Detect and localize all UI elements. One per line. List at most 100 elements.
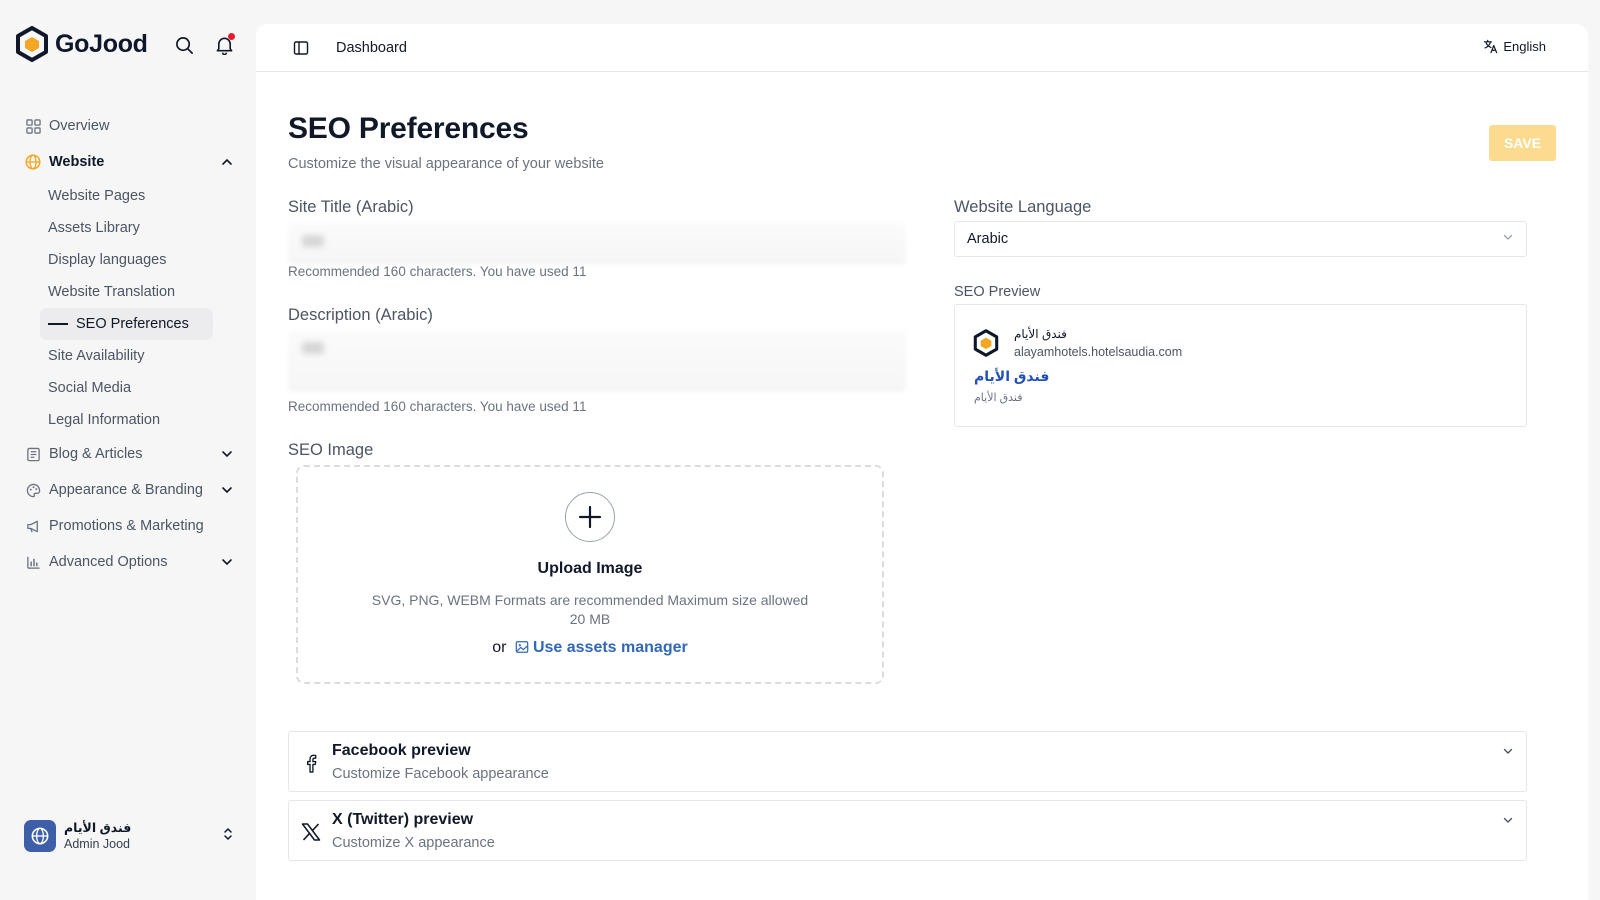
upload-or-row: or Use assets manager — [298, 639, 882, 657]
save-button[interactable]: SAVE — [1489, 125, 1556, 161]
sidebar-item-website[interactable]: Website — [24, 144, 234, 180]
facebook-icon — [301, 753, 321, 773]
sidebar-toggle-button[interactable] — [290, 37, 312, 59]
globe-icon — [31, 827, 49, 845]
seo-preview-card: فندق الأيام alayamhotels.hotelsaudia.com… — [954, 304, 1527, 427]
chevron-down-icon — [220, 447, 234, 461]
seo-preview-description: فندق الأيام — [974, 392, 1023, 404]
notifications-button[interactable] — [213, 33, 235, 56]
seo-preview-url: alayamhotels.hotelsaudia.com — [1014, 345, 1183, 359]
sidebar-subitem-legal-information[interactable]: Legal Information — [24, 404, 234, 436]
brand-name: GoJood — [55, 29, 148, 58]
sidebar-subitem-label: Site Availability — [48, 348, 145, 364]
seo-preview-label: SEO Preview — [954, 284, 1041, 300]
upload-plus-button[interactable] — [565, 492, 615, 542]
sidebar-item-label: Blog & Articles — [49, 446, 143, 462]
image-icon — [515, 641, 529, 653]
sidebar-item-appearance-branding[interactable]: Appearance & Branding — [24, 472, 234, 508]
chevron-down-icon — [1502, 744, 1514, 762]
gojood-logo-icon — [16, 26, 48, 62]
seo-image-dropzone[interactable]: Upload Image SVG, PNG, WEBM Formats are … — [296, 465, 884, 684]
sidebar-item-label: Appearance & Branding — [49, 482, 203, 498]
globe-icon — [24, 153, 42, 171]
search-button[interactable] — [173, 34, 195, 56]
assets-link-label: Use assets manager — [532, 639, 688, 656]
sidebar-subitem-label: Display languages — [48, 252, 167, 268]
chevron-down-icon — [1502, 231, 1514, 247]
site-title-label: Site Title (Arabic) — [288, 198, 414, 216]
grid-icon — [24, 117, 42, 135]
sidebar-item-label: Promotions & Marketing — [49, 518, 204, 534]
blurred-value — [302, 235, 324, 247]
site-title-input[interactable] — [288, 223, 906, 265]
facebook-preview-accordion[interactable]: Facebook preview Customize Facebook appe… — [288, 731, 1527, 792]
sidebar-item-promotions-marketing[interactable]: Promotions & Marketing — [24, 508, 234, 544]
upload-hint: SVG, PNG, WEBM Formats are recommended M… — [371, 592, 809, 627]
accordion-subtitle: Customize X appearance — [332, 835, 495, 851]
avatar — [24, 820, 56, 852]
breadcrumb[interactable]: Dashboard — [336, 40, 407, 56]
sidebar-item-label: Advanced Options — [49, 554, 168, 570]
topbar: Dashboard English — [256, 24, 1588, 72]
seo-image-label: SEO Image — [288, 441, 374, 459]
megaphone-icon — [24, 517, 42, 535]
sidebar-subitem-assets-library[interactable]: Assets Library — [24, 212, 234, 244]
site-title-hint: Recommended 160 characters. You have use… — [288, 264, 587, 279]
sidebar-subitem-website-translation[interactable]: Website Translation — [24, 276, 234, 308]
sidebar-subitem-label: Website Translation — [48, 284, 176, 300]
sidebar-subitem-website-pages[interactable]: Website Pages — [24, 180, 234, 212]
user-info: فندق الأيام Admin Jood — [64, 820, 131, 852]
sidebar-top-icons — [173, 33, 235, 56]
sidebar-subitem-label: Legal Information — [48, 412, 161, 428]
website-language-label: Website Language — [954, 198, 1092, 216]
description-label: Description (Arabic) — [288, 306, 433, 324]
seo-preview-site-name: فندق الأيام — [1014, 327, 1067, 341]
chevron-down-icon — [220, 483, 234, 497]
panel-left-icon — [293, 40, 309, 55]
sidebar-subitem-label: SEO Preferences — [76, 316, 189, 332]
language-label: English — [1503, 39, 1546, 54]
use-assets-manager-link[interactable]: Use assets manager — [515, 639, 688, 656]
sidebar-item-advanced-options[interactable]: Advanced Options — [24, 544, 234, 580]
sidebar-item-overview[interactable]: Overview — [24, 108, 234, 144]
sidebar: GoJood Overview Website Website Pages As… — [0, 0, 256, 900]
x-twitter-preview-accordion[interactable]: X (Twitter) preview Customize X appearan… — [288, 800, 1527, 861]
description-textarea[interactable] — [288, 330, 906, 392]
accordion-title: Facebook preview — [332, 742, 471, 759]
page-title: SEO Preferences — [288, 112, 529, 145]
bar-chart-icon — [24, 553, 42, 571]
accordion-subtitle: Customize Facebook appearance — [332, 766, 549, 782]
user-account-switcher[interactable]: فندق الأيام Admin Jood — [24, 818, 234, 854]
sidebar-subitem-display-languages[interactable]: Display languages — [24, 244, 234, 276]
brand[interactable]: GoJood — [15, 26, 148, 62]
sidebar-subitem-label: Assets Library — [48, 220, 140, 236]
sidebar-subitem-label: Website Pages — [48, 188, 146, 204]
main-content: Dashboard English SEO Preferences Custom… — [256, 24, 1588, 900]
x-logo-icon — [301, 822, 321, 842]
website-language-value: Arabic — [967, 231, 1009, 247]
gojood-logo-icon — [973, 329, 999, 357]
sidebar-subitem-seo-preferences[interactable]: SEO Preferences — [40, 308, 213, 340]
chevron-down-icon — [220, 555, 234, 569]
description-hint: Recommended 160 characters. You have use… — [288, 399, 587, 414]
sidebar-subitem-site-availability[interactable]: Site Availability — [24, 340, 234, 372]
website-language-select[interactable]: Arabic — [954, 221, 1527, 257]
user-role: Admin Jood — [64, 837, 131, 851]
chevrons-up-down-icon — [222, 826, 234, 847]
translate-icon — [1484, 39, 1498, 54]
sidebar-item-blog-articles[interactable]: Blog & Articles — [24, 436, 234, 472]
sidebar-subitem-social-media[interactable]: Social Media — [24, 372, 234, 404]
accordion-title: X (Twitter) preview — [332, 811, 474, 828]
plus-icon — [578, 505, 602, 529]
user-name: فندق الأيام — [64, 821, 132, 835]
active-dash-indicator — [48, 323, 68, 325]
upload-title: Upload Image — [537, 560, 643, 577]
upload-or-text: or — [492, 639, 507, 656]
chevron-up-icon — [220, 155, 234, 169]
blurred-value — [302, 342, 324, 354]
page-subtitle: Customize the visual appearance of your … — [288, 156, 604, 172]
sidebar-item-label: Overview — [49, 118, 110, 134]
newspaper-icon — [24, 445, 42, 463]
palette-icon — [24, 481, 42, 499]
language-switcher-button[interactable]: English — [1483, 39, 1546, 54]
